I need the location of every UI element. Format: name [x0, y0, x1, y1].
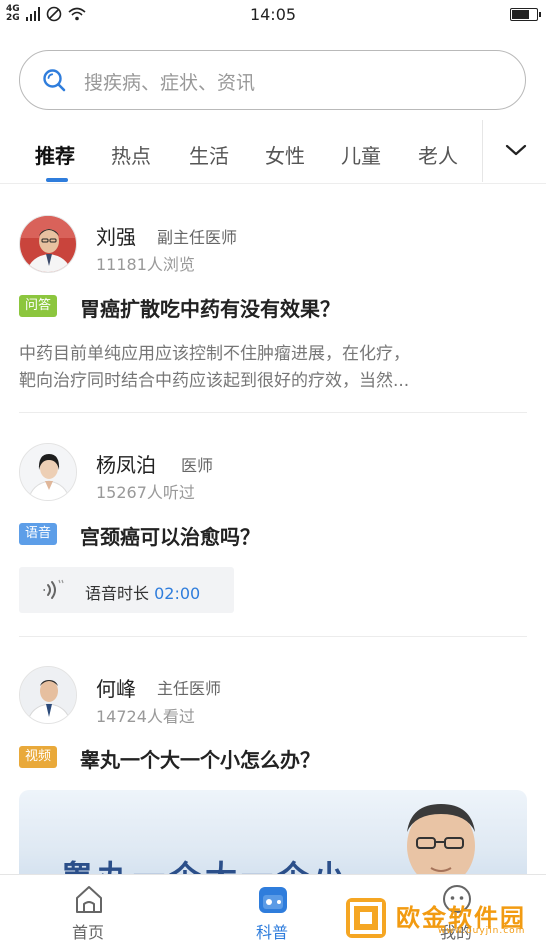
qa-badge: 问答 [19, 295, 58, 317]
doctor-title: 医师 [181, 456, 214, 475]
watermark: 欧金软件园 www.ouyjin.com [346, 894, 542, 942]
tab-elderly[interactable]: 老人 [418, 140, 458, 169]
active-tab-indicator [46, 178, 68, 182]
home-icon [76, 886, 102, 913]
category-tabs: 推荐 热点 生活 女性 儿童 老人 [0, 120, 546, 184]
tab-children[interactable]: 儿童 [341, 140, 381, 169]
battery-icon [510, 8, 541, 21]
doctor-photo-icon [20, 216, 76, 272]
doctor-title: 副主任医师 [157, 228, 238, 247]
tab-hot[interactable]: 热点 [111, 140, 151, 169]
doctor-name: 刘强 [96, 225, 136, 249]
answer-excerpt[interactable]: 中药目前单纯应用应该控制不住肿瘤进展，在化疗， 靶向治疗同时结合中药应该起到很好… [19, 341, 529, 395]
avatar[interactable] [19, 215, 77, 273]
doctor-title: 主任医师 [157, 679, 222, 698]
tab-women[interactable]: 女性 [265, 140, 305, 169]
doctor-name: 杨凤泊 [96, 453, 156, 477]
doctor-name: 何峰 [96, 677, 136, 701]
nav-label: 科普 [255, 923, 288, 942]
voice-duration-prefix: 语音时长 [85, 584, 150, 603]
avatar[interactable] [19, 443, 77, 501]
status-time: 14:05 [249, 5, 297, 24]
question-title[interactable]: 睾丸一个大一个小怎么办？ [80, 744, 320, 773]
feed-divider [19, 636, 527, 637]
video-badge: 视频 [19, 746, 58, 768]
search-icon [43, 69, 66, 92]
listen-count: 15267人听过 [96, 483, 195, 502]
nav-label: 首页 [71, 923, 104, 942]
search-placeholder: 搜疾病、症状、资讯 [84, 72, 256, 94]
science-icon [259, 887, 287, 913]
status-bar: 4G 2G 14:05 [0, 0, 546, 30]
avatar[interactable] [19, 666, 77, 724]
tab-life[interactable]: 生活 [189, 140, 229, 169]
feed-divider [19, 412, 527, 413]
chevron-down-icon[interactable] [503, 140, 529, 160]
voice-duration-label: 语音时长 02:00 [85, 580, 200, 604]
search-bar[interactable]: 搜疾病、症状、资讯 [19, 50, 526, 110]
doctor-photo-icon [20, 667, 76, 723]
voice-player[interactable]: 语音时长 02:00 [19, 567, 234, 613]
excerpt-line: 靶向治疗同时结合中药应该起到很好的疗效，当然... [19, 371, 410, 391]
question-title[interactable]: 宫颈癌可以治愈吗？ [80, 521, 260, 550]
speaker-icon [43, 579, 64, 599]
view-count: 11181人浏览 [96, 255, 195, 274]
voice-duration-value: 02:00 [154, 584, 201, 603]
watch-count: 14724人看过 [96, 707, 195, 726]
voice-badge: 语音 [19, 523, 58, 545]
tabs-divider [482, 120, 483, 182]
excerpt-line: 中药目前单纯应用应该控制不住肿瘤进展，在化疗， [19, 344, 410, 364]
doctor-photo-icon [20, 444, 76, 500]
watermark-url: www.ouyjin.com [438, 926, 526, 936]
question-title[interactable]: 胃癌扩散吃中药有没有效果？ [80, 293, 340, 322]
nav-home[interactable]: 首页 [43, 875, 133, 944]
tab-recommend[interactable]: 推荐 [35, 140, 75, 169]
watermark-logo-icon [346, 898, 386, 938]
nav-science[interactable]: 科普 [227, 875, 317, 944]
